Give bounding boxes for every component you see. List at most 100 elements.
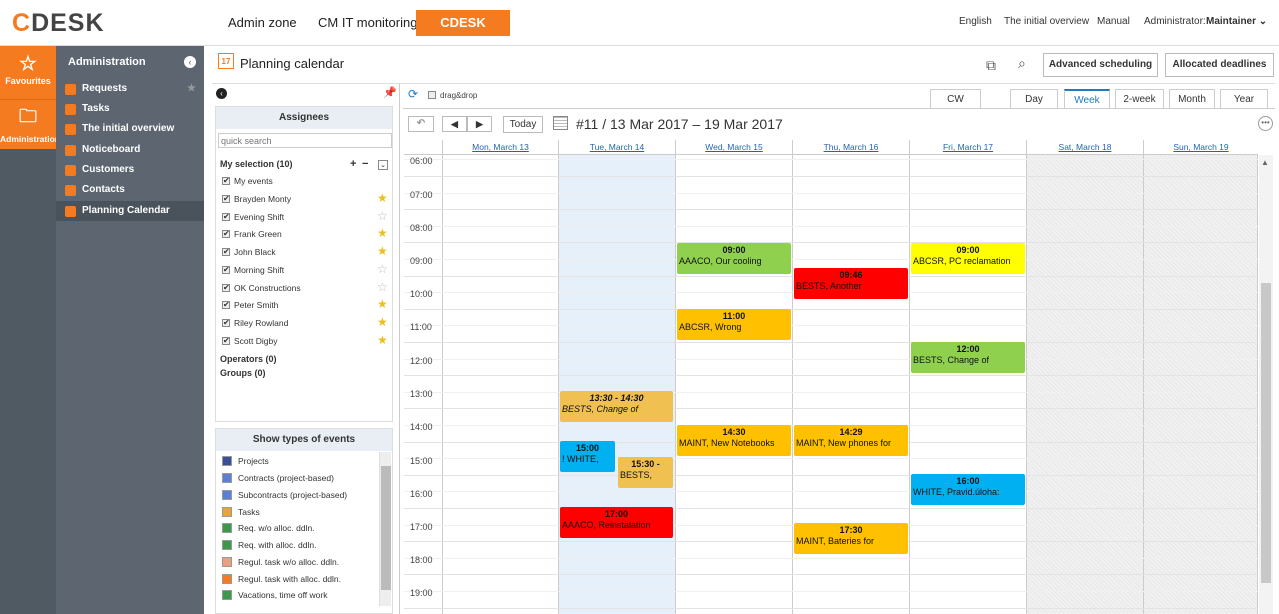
checkbox[interactable] <box>222 174 230 188</box>
calendar-event[interactable]: 12:00 BESTS, Change of <box>911 342 1025 373</box>
favourite-star-icon[interactable]: ★ <box>377 244 388 258</box>
scrollbar-thumb[interactable] <box>381 466 391 590</box>
nav-cdesk[interactable]: CDESK <box>416 10 510 36</box>
menu-item-noticeboard[interactable]: Noticeboard <box>56 140 204 160</box>
assignee-row[interactable]: John Black <box>222 245 276 259</box>
tab-year[interactable]: Year <box>1220 89 1268 108</box>
assignee-row[interactable]: Evening Shift <box>222 210 284 224</box>
assignee-row[interactable]: Frank Green <box>222 227 282 241</box>
dragdrop-checkbox[interactable] <box>428 91 436 99</box>
day-header-wed[interactable]: Wed, March 15 <box>675 140 792 154</box>
assignee-row[interactable]: Riley Rowland <box>222 316 288 330</box>
event-type-row[interactable]: Subcontracts (project-based) <box>222 488 347 502</box>
quick-search-input[interactable] <box>218 133 392 148</box>
checkbox[interactable] <box>222 227 230 241</box>
assignee-row[interactable]: Morning Shift <box>222 263 284 277</box>
day-column[interactable] <box>442 155 558 614</box>
event-type-row[interactable]: Vacations, time off work <box>222 588 327 602</box>
operators-label[interactable]: Operators (0) <box>220 354 277 364</box>
add-icon[interactable]: + <box>350 158 356 170</box>
menu-item-tasks[interactable]: Tasks <box>56 99 204 119</box>
type-checkbox[interactable] <box>222 523 232 533</box>
type-checkbox[interactable] <box>222 574 232 584</box>
scrollbar-thumb[interactable] <box>1261 283 1271 583</box>
initial-overview-link[interactable]: The initial overview <box>1004 16 1089 27</box>
type-checkbox[interactable] <box>222 473 232 483</box>
assignee-row[interactable]: Brayden Monty <box>222 192 291 206</box>
tab-2-week[interactable]: 2-week <box>1115 89 1164 108</box>
calendar-event[interactable]: 16:00 WHITE, Pravid.úloha: <box>911 474 1025 505</box>
dragdrop-toggle[interactable]: drag&drop <box>428 91 477 100</box>
cdesk-logo[interactable]: CDESK <box>12 9 105 38</box>
checkbox[interactable] <box>222 245 230 259</box>
checkbox[interactable] <box>222 334 230 348</box>
favourites-button[interactable]: ☆ Favourites <box>0 46 56 99</box>
scroll-up-icon[interactable]: ▲ <box>1261 158 1269 167</box>
more-options-icon[interactable]: ••• <box>1258 116 1273 131</box>
calendar-event[interactable]: 15:30 - BESTS, <box>618 457 673 488</box>
calendar-event[interactable]: 09:00 ABCSR, PC reclamation <box>911 243 1025 274</box>
event-type-row[interactable]: Req. w/o alloc. ddln. <box>222 521 315 535</box>
type-checkbox[interactable] <box>222 540 232 550</box>
undo-button[interactable]: ↶ <box>408 116 434 132</box>
administration-button[interactable]: 🗀 Administration <box>0 99 60 149</box>
advanced-scheduling-button[interactable]: Advanced scheduling <box>1043 53 1158 77</box>
remove-icon[interactable]: − <box>362 158 368 170</box>
manual-link[interactable]: Manual <box>1097 16 1130 27</box>
favourite-star-icon[interactable]: ★ <box>377 315 388 329</box>
zoom-icon[interactable]: ⌕ <box>1018 55 1026 72</box>
tab-day[interactable]: Day <box>1010 89 1058 108</box>
assignee-row[interactable]: Scott Digby <box>222 334 277 348</box>
prev-week-button[interactable]: ◀ <box>442 116 467 132</box>
collapse-menu-icon[interactable]: ‹ <box>184 56 196 68</box>
tab-cw[interactable]: CW <box>930 89 981 108</box>
calendar-event[interactable]: 15:00! WHITE, <box>560 441 615 472</box>
calendar-event[interactable]: 13:30 - 14:30 BESTS, Change of <box>560 391 673 422</box>
allocated-deadlines-button[interactable]: Allocated deadlines <box>1165 53 1274 77</box>
checkbox[interactable] <box>222 210 230 224</box>
calendar-event[interactable]: 14:30 MAINT, New Notebooks <box>677 425 791 456</box>
day-header-sun[interactable]: Sun, March 19 <box>1143 140 1258 154</box>
event-type-row[interactable]: Req. with alloc. ddln. <box>222 538 316 552</box>
panel-collapse-icon[interactable]: ‹ <box>216 88 227 99</box>
type-checkbox[interactable] <box>222 590 232 600</box>
popout-icon[interactable]: ⧉ <box>986 57 996 74</box>
favourite-star-icon[interactable]: ☆ <box>377 280 388 294</box>
groups-label[interactable]: Groups (0) <box>220 368 266 378</box>
menu-item-planning-calendar[interactable]: Planning Calendar <box>56 201 204 221</box>
assignee-row[interactable]: Peter Smith <box>222 298 278 312</box>
type-checkbox[interactable] <box>222 456 232 466</box>
dropdown-icon[interactable]: ⌄ <box>378 160 388 170</box>
favourite-star-icon[interactable]: ★ <box>377 297 388 311</box>
day-header-mon[interactable]: Mon, March 13 <box>442 140 558 154</box>
checkbox[interactable] <box>222 298 230 312</box>
type-checkbox[interactable] <box>222 490 232 500</box>
today-button[interactable]: Today <box>503 116 543 133</box>
day-header-thu[interactable]: Thu, March 16 <box>792 140 909 154</box>
pin-star-icon[interactable]: ★ <box>187 79 196 99</box>
day-column-weekend[interactable] <box>1143 155 1258 614</box>
calendar-event[interactable]: 09:46 BESTS, Another <box>794 268 908 299</box>
favourite-star-icon[interactable]: ★ <box>377 191 388 205</box>
event-type-row[interactable]: Regul. task w/o alloc. ddln. <box>222 555 339 569</box>
calendar-event[interactable]: 17:30 MAINT, Bateries for <box>794 523 908 554</box>
checkbox[interactable] <box>222 316 230 330</box>
calendar-scrollbar[interactable]: ▲ <box>1259 155 1273 614</box>
nav-cm-it-monitoring[interactable]: CM IT monitoring <box>308 10 427 36</box>
favourite-star-icon[interactable]: ☆ <box>377 209 388 223</box>
checkbox[interactable] <box>222 263 230 277</box>
favourite-star-icon[interactable]: ☆ <box>377 262 388 276</box>
day-column[interactable] <box>675 155 792 614</box>
refresh-icon[interactable]: ⟳ <box>408 87 418 101</box>
tab-month[interactable]: Month <box>1169 89 1215 108</box>
menu-item-requests[interactable]: Requests ★ <box>56 79 204 99</box>
day-column-today[interactable] <box>558 155 675 614</box>
assignee-row[interactable]: My events <box>222 174 273 188</box>
favourite-star-icon[interactable]: ★ <box>377 226 388 240</box>
menu-item-initial-overview[interactable]: The initial overview <box>56 119 204 139</box>
day-column-weekend[interactable] <box>1026 155 1143 614</box>
day-header-fri[interactable]: Fri, March 17 <box>909 140 1026 154</box>
event-type-row[interactable]: Contracts (project-based) <box>222 471 334 485</box>
type-checkbox[interactable] <box>222 557 232 567</box>
calendar-grid-icon[interactable] <box>553 116 568 130</box>
